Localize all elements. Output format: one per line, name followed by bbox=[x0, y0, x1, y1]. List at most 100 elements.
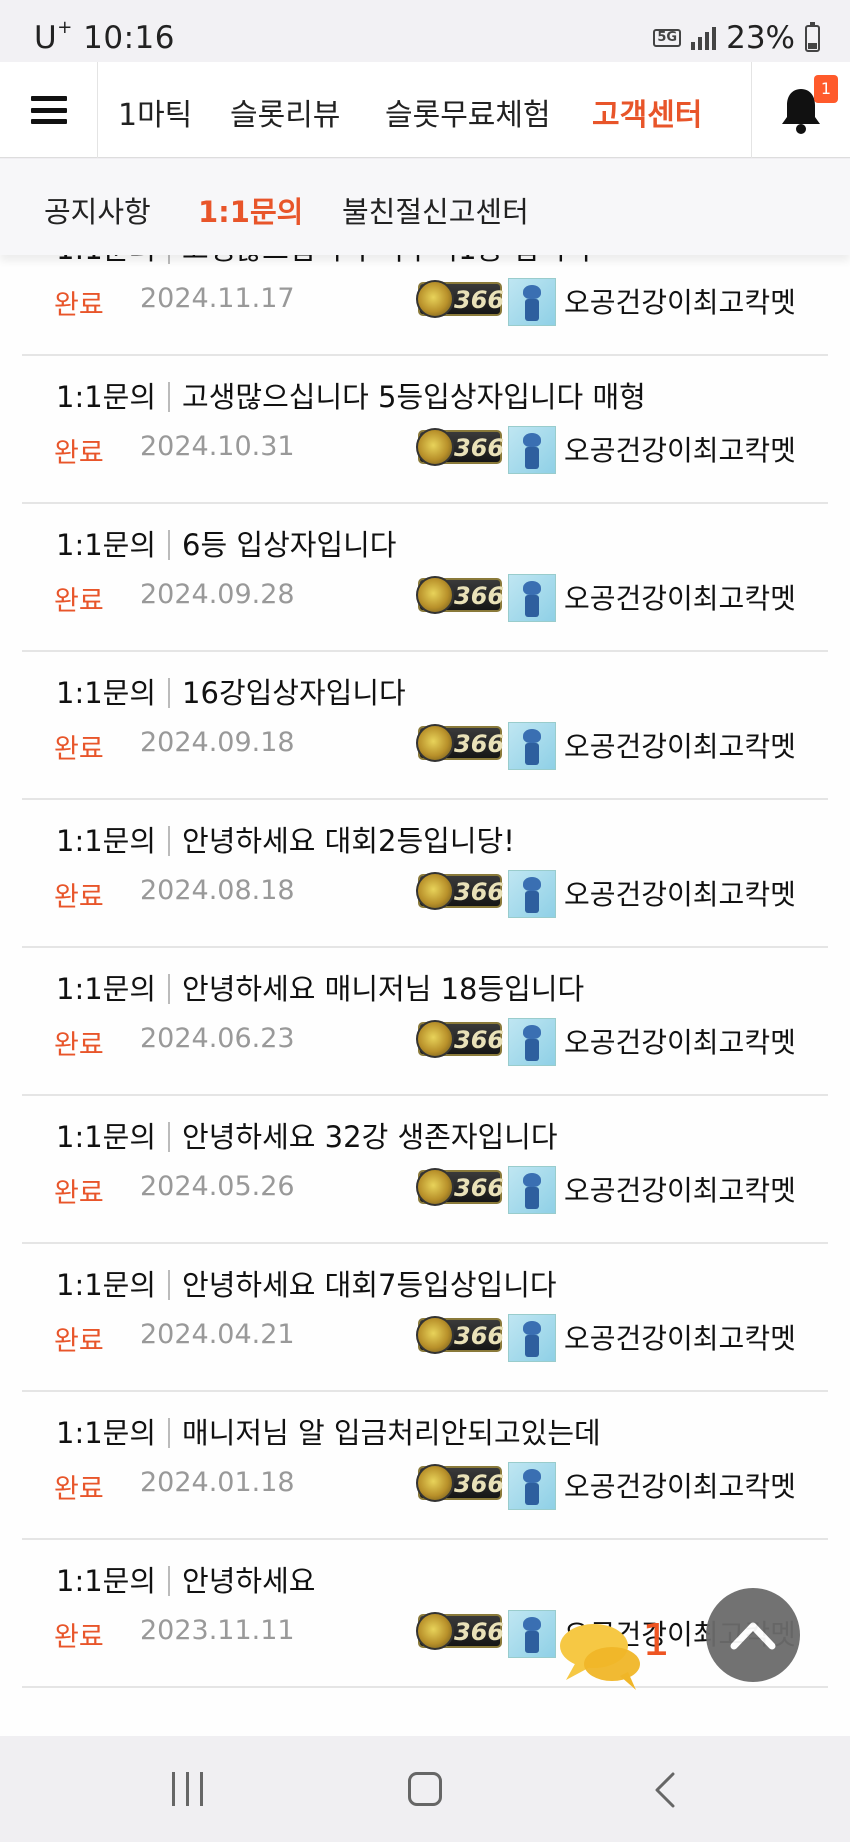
inquiry-list: 1:1문의고생많으십니다 독수리1등 입니다 완료 2024.11.17 366… bbox=[0, 230, 850, 1736]
nav-item-slot-review[interactable]: 슬롯리뷰 bbox=[230, 90, 340, 134]
system-nav-bar bbox=[0, 1736, 850, 1842]
medal-icon bbox=[416, 872, 454, 910]
list-item[interactable]: 1:1문의 6등 입상자입니다 완료 2024.09.28 366 오공건강이최고… bbox=[22, 504, 828, 652]
post-category: 1:1문의 bbox=[56, 380, 157, 414]
post-date: 2024.06.23 bbox=[140, 1023, 295, 1054]
carrier: U bbox=[34, 20, 58, 56]
avatar bbox=[508, 1462, 556, 1510]
post-title: 1:1문의 안녕하세요 대회2등입니당! bbox=[56, 818, 515, 860]
post-date: 2024.09.28 bbox=[140, 579, 295, 610]
post-subject: 안녕하세요 32강 생존자입니다 bbox=[182, 1120, 558, 1154]
level-badge: 366 bbox=[416, 428, 504, 466]
author-name[interactable]: 오공건강이최고칵멧 bbox=[564, 725, 796, 765]
status-badge: 완료 bbox=[54, 882, 104, 913]
post-subject: 매니저님 알 입금처리안되고있는데 bbox=[182, 1416, 601, 1450]
post-date: 2024.11.17 bbox=[140, 283, 295, 314]
medal-icon bbox=[416, 280, 454, 318]
hamburger-icon bbox=[30, 96, 67, 124]
post-date: 2024.08.18 bbox=[140, 875, 295, 906]
avatar bbox=[508, 1314, 556, 1362]
list-item[interactable]: 1:1문의 16강입상자입니다 완료 2024.09.18 366 오공건강이최고… bbox=[22, 652, 828, 800]
level-badge: 366 bbox=[416, 1316, 504, 1354]
post-category: 1:1문의 bbox=[56, 1564, 157, 1598]
author-name[interactable]: 오공건강이최고칵멧 bbox=[564, 1317, 796, 1357]
avatar bbox=[508, 574, 556, 622]
list-item[interactable]: 1:1문의 안녕하세요 대회2등입니당! 완료 2024.08.18 366 오공… bbox=[22, 800, 828, 948]
nav-scroll[interactable]: 1마틱 슬롯리뷰 슬롯무료체험 고객센터 bbox=[98, 62, 751, 158]
avatar bbox=[508, 1018, 556, 1066]
post-title: 1:1문의 안녕하세요 대회7등입상입니다 bbox=[56, 1262, 557, 1304]
level-badge: 366 bbox=[416, 1612, 504, 1650]
notification-button[interactable]: 1 bbox=[751, 62, 850, 158]
recent-apps-button[interactable] bbox=[172, 1772, 203, 1806]
battery-percent: 23% bbox=[726, 20, 795, 56]
list-item[interactable]: 1:1문의 매니저님 알 입금처리안되고있는데 완료 2024.01.18 366… bbox=[22, 1392, 828, 1540]
author-name[interactable]: 오공건강이최고칵멧 bbox=[564, 1021, 796, 1061]
battery-icon bbox=[805, 21, 820, 52]
post-title: 1:1문의 안녕하세요 매니저님 18등입니다 bbox=[56, 966, 584, 1008]
chat-unread-count: 1 bbox=[642, 1615, 670, 1666]
post-subject: 안녕하세요 대회2등입니당! bbox=[182, 824, 515, 858]
chevron-up-icon bbox=[730, 1622, 776, 1650]
tab-inquiry[interactable]: 1:1문의 bbox=[198, 189, 303, 231]
post-title: 1:1문의 안녕하세요 32강 생존자입니다 bbox=[56, 1114, 558, 1156]
clock: 10:16 bbox=[83, 20, 175, 56]
author-name[interactable]: 오공건강이최고칵멧 bbox=[564, 873, 796, 913]
top-nav: 1마틱 슬롯리뷰 슬롯무료체험 고객센터 1 bbox=[0, 62, 850, 158]
status-bar: U+ 10:16 5G 23% bbox=[0, 0, 850, 62]
author-name[interactable]: 오공건강이최고칵멧 bbox=[564, 1465, 796, 1505]
avatar bbox=[508, 278, 556, 326]
level-badge: 366 bbox=[416, 1020, 504, 1058]
tab-notice[interactable]: 공지사항 bbox=[44, 189, 151, 231]
list-item[interactable]: 1:1문의 고생많으십니다 5등입상자입니다 매형 완료 2024.10.31 3… bbox=[22, 356, 828, 504]
status-badge: 완료 bbox=[54, 1474, 104, 1505]
level-badge: 366 bbox=[416, 576, 504, 614]
author-name[interactable]: 오공건강이최고칵멧 bbox=[564, 281, 796, 321]
post-subject: 안녕하세요 bbox=[182, 1564, 316, 1598]
level-badge: 366 bbox=[416, 280, 504, 318]
list-item[interactable]: 1:1문의 안녕하세요 32강 생존자입니다 완료 2024.05.26 366 … bbox=[22, 1096, 828, 1244]
notification-badge: 1 bbox=[814, 75, 838, 103]
post-title: 1:1문의 고생많으십니다 5등입상자입니다 매형 bbox=[56, 374, 646, 416]
back-button[interactable] bbox=[652, 1770, 678, 1810]
post-category: 1:1문의 bbox=[56, 824, 157, 858]
post-subject: 6등 입상자입니다 bbox=[182, 528, 397, 562]
nav-item-free-slot[interactable]: 슬롯무료체험 bbox=[385, 90, 551, 134]
post-date: 2024.10.31 bbox=[140, 431, 295, 462]
list-item[interactable]: 1:1문의 안녕하세요 완료 2023.11.11 366 오공건강이최고칵멧 bbox=[22, 1540, 828, 1688]
list-item[interactable]: 1:1문의 안녕하세요 대회7등입상입니다 완료 2024.04.21 366 오… bbox=[22, 1244, 828, 1392]
list-item[interactable]: 1:1문의 안녕하세요 매니저님 18등입니다 완료 2024.06.23 366… bbox=[22, 948, 828, 1096]
medal-icon bbox=[416, 1020, 454, 1058]
avatar bbox=[508, 870, 556, 918]
network-5g-icon: 5G bbox=[653, 29, 682, 47]
nav-item-matic[interactable]: 1마틱 bbox=[118, 90, 192, 134]
post-subject: 16강입상자입니다 bbox=[182, 676, 406, 710]
post-category: 1:1문의 bbox=[56, 1268, 157, 1302]
carrier-plus: + bbox=[57, 16, 73, 38]
status-badge: 완료 bbox=[54, 1622, 104, 1653]
post-title: 1:1문의 안녕하세요 bbox=[56, 1558, 315, 1600]
status-badge: 완료 bbox=[54, 734, 104, 765]
author-name[interactable]: 오공건강이최고칵멧 bbox=[564, 429, 796, 469]
medal-icon bbox=[416, 1464, 454, 1502]
level-badge: 366 bbox=[416, 1168, 504, 1206]
home-button[interactable] bbox=[408, 1772, 442, 1806]
status-badge: 완료 bbox=[54, 1030, 104, 1061]
level-badge: 366 bbox=[416, 872, 504, 910]
post-date: 2023.11.11 bbox=[140, 1615, 295, 1646]
post-subject: 고생많으십니다 5등입상자입니다 매형 bbox=[182, 380, 646, 414]
status-icons: 5G 23% bbox=[653, 20, 820, 56]
scroll-top-button[interactable] bbox=[706, 1588, 800, 1682]
tab-complaint[interactable]: 불친절신고센터 bbox=[342, 189, 529, 231]
post-date: 2024.09.18 bbox=[140, 727, 295, 758]
medal-icon bbox=[416, 1168, 454, 1206]
author-name[interactable]: 오공건강이최고칵멧 bbox=[564, 577, 796, 617]
author-name[interactable]: 오공건강이최고칵멧 bbox=[564, 1169, 796, 1209]
post-date: 2024.05.26 bbox=[140, 1171, 295, 1202]
post-subject: 안녕하세요 매니저님 18등입니다 bbox=[182, 972, 585, 1006]
nav-item-customer-center[interactable]: 고객센터 bbox=[592, 90, 702, 134]
post-category: 1:1문의 bbox=[56, 1120, 157, 1154]
avatar bbox=[508, 1610, 556, 1658]
post-title: 1:1문의 16강입상자입니다 bbox=[56, 670, 406, 712]
menu-button[interactable] bbox=[0, 62, 98, 158]
